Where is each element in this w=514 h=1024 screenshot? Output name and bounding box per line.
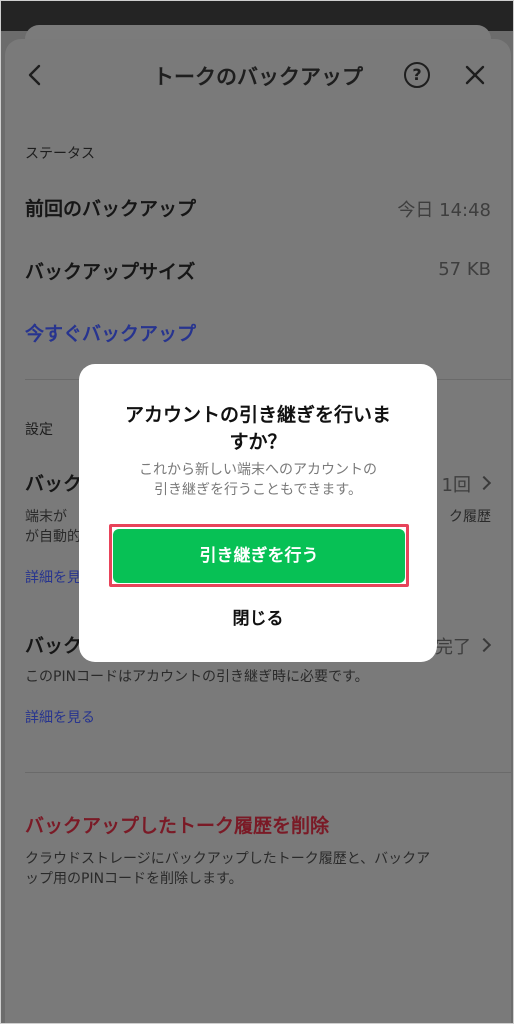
chevron-right-icon: [476, 637, 492, 653]
close-button[interactable]: 閉じる: [79, 604, 437, 629]
settings-section-label: 設定: [25, 422, 53, 438]
transfer-dialog: アカウントの引き継ぎを行いま すか？ これから新しい端末へのアカウントの 引き継…: [79, 364, 437, 662]
delete-desc-line2: ップ用のPINコードを削除します。: [25, 871, 243, 887]
delete-desc-line1: クラウドストレージにバックアップしたトーク履歴と、バックア: [25, 851, 431, 867]
last-backup-label: 前回のバックアップ: [25, 198, 197, 220]
header: トークのバックアップ ?: [5, 39, 511, 111]
transfer-button[interactable]: 引き継ぎを行う: [113, 529, 405, 583]
screen: トークのバックアップ ? ステータス 前回のバックアップ 今日 14:48 バッ…: [0, 0, 514, 1024]
dialog-message-line1: これから新しい端末へのアカウントの: [139, 462, 377, 478]
pin-details-link[interactable]: 詳細を見る: [25, 707, 95, 727]
auto-backup-value: 1回: [441, 475, 471, 496]
dialog-message-line2: 引き継ぎを行うこともできます。: [153, 482, 363, 498]
delete-backup-link[interactable]: バックアップしたトーク履歴を削除: [25, 811, 329, 838]
dialog-title-line1: アカウントの引き継ぎを行いま: [124, 404, 391, 426]
chevron-right-icon: [476, 475, 492, 491]
close-icon[interactable]: [463, 63, 487, 87]
page-title: トークのバックアップ: [153, 65, 363, 89]
backup-now-link[interactable]: 今すぐバックアップ: [25, 319, 196, 346]
pin-desc: このPINコードはアカウントの引き継ぎ時に必要です。: [25, 669, 369, 685]
auto-backup-desc-line2: が自動的: [25, 529, 81, 545]
backup-size-value: 57 KB: [438, 259, 491, 280]
pin-row-title: バック: [25, 635, 83, 657]
dialog-title-line2: すか？: [229, 431, 287, 453]
help-icon[interactable]: ?: [404, 62, 430, 88]
auto-backup-desc-line1-right: ク履歴: [449, 509, 491, 525]
auto-backup-desc-line1: 端末が: [25, 509, 67, 525]
status-section-label: ステータス: [25, 146, 95, 162]
pin-row-value: 完了: [435, 637, 471, 658]
auto-backup-details-link[interactable]: 詳細を見: [25, 567, 81, 587]
dialog-title: アカウントの引き継ぎを行いま すか？: [105, 402, 411, 456]
section-divider: [25, 772, 511, 773]
dialog-message: これから新しい端末へのアカウントの 引き継ぎを行うこともできます。: [103, 460, 413, 500]
backup-size-label: バックアップサイズ: [25, 261, 196, 283]
last-backup-value: 今日 14:48: [397, 200, 491, 221]
auto-backup-title: バック: [25, 473, 83, 495]
